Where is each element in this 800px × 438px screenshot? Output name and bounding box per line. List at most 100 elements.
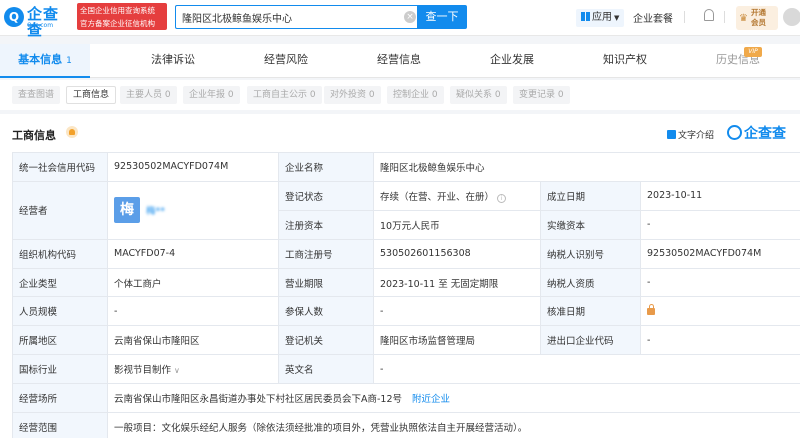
qcc-logo[interactable]: Q 企查查 Qcc.com: [4, 6, 74, 38]
subtab-count: 0: [227, 90, 234, 100]
card-title: 工商信息: [12, 129, 56, 142]
subtab-label: 变更记录: [519, 90, 556, 100]
text-intro-label: 文字介绍: [678, 131, 715, 141]
sub-tabs: 查查图谱 工商信息 主要人员 0 企业年报 0 工商自主公示 0 对外投资 0 …: [0, 80, 800, 110]
operator-avatar: 梅: [114, 197, 140, 224]
subscribe-bell-icon[interactable]: [66, 126, 78, 138]
reg-capital-label: 注册资本: [278, 209, 374, 240]
subtab-suspected[interactable]: 疑似关系 0: [450, 86, 507, 104]
operator-name[interactable]: 梅**: [146, 203, 165, 217]
user-avatar[interactable]: [783, 8, 800, 26]
ie-code-label: 进出口企业代码: [540, 325, 641, 356]
address-value: 云南省保山市隆阳区永昌街道办事处下村社区居民委员会下A商-12号: [114, 394, 403, 406]
authority-value: 隆阳区市场监督管理局: [373, 325, 541, 356]
tab-litigation[interactable]: 法律诉讼: [128, 44, 218, 78]
insured-label: 参保人数: [278, 296, 374, 327]
tab-operation-info[interactable]: 经营信息: [354, 44, 444, 78]
app-label: 应用: [592, 12, 612, 23]
paid-capital-value: -: [640, 209, 800, 240]
tab-business-risk[interactable]: 经营风险: [241, 44, 331, 78]
subtab-label: 企业年报: [189, 90, 226, 100]
type-label: 企业类型: [12, 267, 108, 298]
industry-cell[interactable]: 影视节目制作 ∨: [107, 354, 279, 385]
region-label: 所属地区: [12, 325, 108, 356]
subtab-business-info[interactable]: 工商信息: [66, 86, 117, 104]
chevron-down-icon: ▼: [614, 14, 620, 22]
approved-cell[interactable]: [640, 296, 800, 327]
divider: [724, 11, 725, 23]
org-code-label: 组织机构代码: [12, 238, 108, 269]
vip-badge: VIP: [744, 47, 762, 57]
table-row: 所属地区 云南省保山市隆阳区 登记机关 隆阳区市场监督管理局 进出口企业代码 -: [12, 325, 800, 356]
text-intro-link[interactable]: 文字介绍: [667, 128, 714, 141]
clear-icon[interactable]: ×: [404, 11, 416, 23]
staff-value: -: [107, 296, 279, 327]
company-name-label: 企业名称: [278, 152, 374, 182]
nearby-companies-link[interactable]: 附近企业: [412, 394, 450, 405]
chevron-down-icon[interactable]: ∨: [174, 366, 180, 375]
subtab-graph[interactable]: 查查图谱: [12, 86, 61, 104]
banner-line-2: 官方备案企业征信机构: [80, 19, 155, 28]
reg-no-value: 530502601156308: [373, 238, 541, 269]
subtab-count: 0: [368, 90, 375, 100]
subtab-count: 0: [557, 90, 564, 100]
tab-history[interactable]: 历史信息: [693, 44, 783, 78]
authority-label: 登记机关: [278, 325, 374, 356]
subtab-key-people[interactable]: 主要人员 0: [120, 86, 177, 104]
credit-banner[interactable]: 全国企业信用查询系统 官方备案企业征信机构: [77, 3, 167, 30]
main-tabs: 基本信息 1 法律诉讼 经营风险 经营信息 企业发展 知识产权 历史信息 VIP: [0, 44, 800, 78]
qcc-brand-mark: 企查查: [727, 123, 786, 143]
info-icon[interactable]: i: [497, 193, 507, 203]
company-name-value: 隆阳区北极鲸鱼娱乐中心: [373, 152, 800, 182]
crown-icon: ♛: [739, 13, 748, 24]
status-label: 登记状态: [278, 180, 374, 211]
tab-basic-info[interactable]: 基本信息 1: [0, 44, 90, 78]
search-button[interactable]: 查一下: [417, 5, 467, 29]
search-box: ×: [175, 5, 417, 29]
taxpayer-qual-label: 纳税人资质: [540, 267, 641, 298]
subtab-investments[interactable]: 对外投资 0: [324, 86, 381, 104]
subtab-label: 主要人员: [126, 90, 163, 100]
subtab-label: 疑似关系: [456, 90, 493, 100]
subtab-changes[interactable]: 变更记录 0: [513, 86, 570, 104]
approved-label: 核准日期: [540, 296, 641, 327]
paid-capital-label: 实缴资本: [540, 209, 641, 240]
uscc-label: 统一社会信用代码: [12, 152, 108, 182]
brand-text: 企查查: [744, 126, 786, 142]
established-value: 2023-10-11: [640, 180, 800, 211]
tab-ip[interactable]: 知识产权: [580, 44, 670, 78]
tab-label: 基本信息: [18, 53, 63, 66]
table-row: 经营范围 一般项目：文化娱乐经纪人服务（除依法须经批准的项目外，凭营业执照依法自…: [12, 412, 800, 438]
search-input[interactable]: [182, 9, 398, 25]
subtab-count: 0: [431, 90, 438, 100]
enterprise-package-link[interactable]: 企业套餐: [633, 10, 673, 25]
uscc-value: 92530502MACYFD074M: [107, 152, 279, 182]
address-label: 经营场所: [12, 383, 108, 414]
logo-subtext: Qcc.com: [27, 22, 54, 29]
operator-label: 经营者: [12, 180, 108, 240]
lock-icon[interactable]: [647, 303, 655, 315]
app-menu-button[interactable]: 应用 ▼: [576, 9, 624, 27]
banner-line-1: 全国企业信用查询系统: [80, 6, 155, 15]
table-row: 人员规模 - 参保人数 - 核准日期: [12, 296, 800, 327]
scope-label: 经营范围: [12, 412, 108, 438]
taxpayer-id-value: 92530502MACYFD074M: [640, 238, 800, 269]
subtab-annual-report[interactable]: 企业年报 0: [183, 86, 240, 104]
term-value: 2023-10-11 至 无固定期限: [373, 267, 541, 298]
tab-development[interactable]: 企业发展: [467, 44, 557, 78]
term-label: 营业期限: [278, 267, 374, 298]
subtab-self-disclosure[interactable]: 工商自主公示 0: [247, 86, 322, 104]
subtab-controlled[interactable]: 控制企业 0: [387, 86, 444, 104]
brand-icon: [727, 125, 742, 140]
vip-line-1: 开通: [751, 8, 766, 17]
address-cell: 云南省保山市隆阳区永昌街道办事处下村社区居民委员会下A商-12号 附近企业: [107, 383, 800, 414]
business-info-table: 统一社会信用代码 92530502MACYFD074M 企业名称 隆阳区北极鲸鱼…: [12, 152, 800, 438]
notification-bell-icon[interactable]: [704, 9, 714, 21]
vip-upgrade-button[interactable]: ♛ 开通 会员: [736, 6, 778, 30]
region-value: 云南省保山市隆阳区: [107, 325, 279, 356]
scope-value: 一般项目：文化娱乐经纪人服务（除依法须经批准的项目外，凭营业执照依法自主开展经营…: [107, 412, 800, 438]
table-row: 经营场所 云南省保山市隆阳区永昌街道办事处下村社区居民委员会下A商-12号 附近企…: [12, 383, 800, 414]
app-grid-icon: [581, 12, 590, 21]
subtab-count: 0: [494, 90, 501, 100]
operator-cell[interactable]: 梅梅**: [107, 180, 279, 240]
